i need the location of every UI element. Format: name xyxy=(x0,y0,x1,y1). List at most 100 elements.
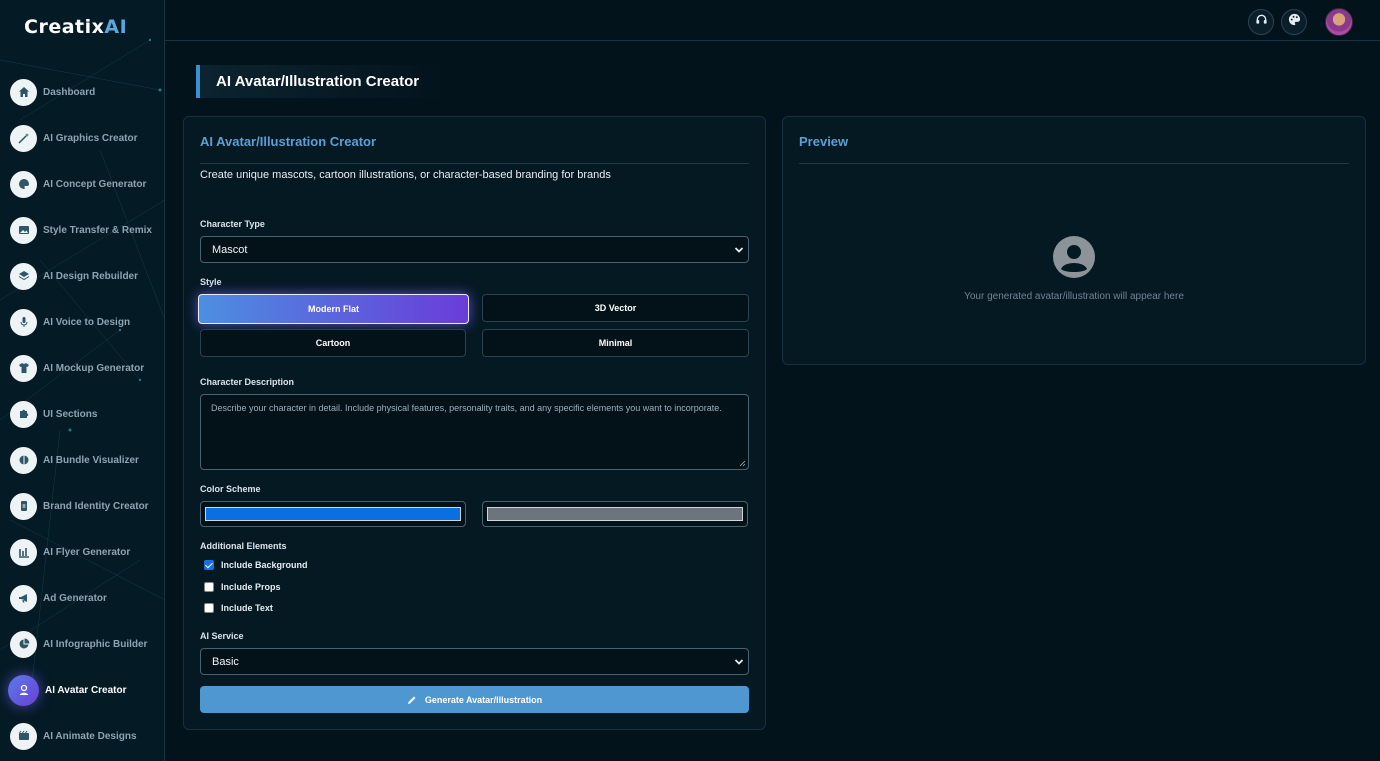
user-circle-icon xyxy=(1053,236,1095,278)
avatar-form-panel: AI Avatar/Illustration Creator Create un… xyxy=(183,116,766,730)
user-badge-icon xyxy=(8,674,39,706)
description-placeholder: Describe your character in detail. Inclu… xyxy=(211,403,722,413)
include-background-option[interactable]: Include Background xyxy=(204,560,308,570)
sidebar-item-label: Style Transfer & Remix xyxy=(43,224,152,236)
sidebar-item-label: UI Sections xyxy=(43,408,98,420)
sidebar-item-label: AI Graphics Creator xyxy=(43,132,138,144)
include-text-checkbox[interactable] xyxy=(204,603,214,613)
sidebar-item-animate-designs[interactable]: AI Animate Designs xyxy=(0,713,164,759)
sidebar-item-infographic-builder[interactable]: AI Infographic Builder xyxy=(0,621,164,667)
sidebar-item-label: AI Avatar Creator xyxy=(45,684,127,696)
film-icon xyxy=(10,722,37,750)
divider xyxy=(799,163,1349,164)
preview-placeholder: Your generated avatar/illustration will … xyxy=(964,291,1184,302)
character-type-select[interactable]: Mascot xyxy=(200,236,749,263)
sidebar-item-ad-generator[interactable]: Ad Generator xyxy=(0,575,164,621)
style-option-minimal[interactable]: Minimal xyxy=(482,329,749,357)
sidebar-item-design-rebuilder[interactable]: AI Design Rebuilder xyxy=(0,253,164,299)
chevron-down-icon xyxy=(734,659,744,665)
sidebar-item-label: AI Voice to Design xyxy=(43,316,131,328)
secondary-color-picker[interactable] xyxy=(482,501,748,527)
palette-icon xyxy=(10,170,37,198)
style-option-modern-flat[interactable]: Modern Flat xyxy=(198,294,469,324)
sidebar-item-graphics-creator[interactable]: AI Graphics Creator xyxy=(0,115,164,161)
generate-avatar-button[interactable]: Generate Avatar/Illustration xyxy=(200,686,749,713)
secondary-color-swatch xyxy=(487,507,743,521)
ai-service-select[interactable]: Basic xyxy=(200,648,749,675)
character-type-label: Character Type xyxy=(200,219,265,229)
character-description-input[interactable]: Describe your character in detail. Inclu… xyxy=(200,394,749,470)
id-card-icon xyxy=(10,492,37,520)
tshirt-icon xyxy=(10,354,37,382)
generate-button-label: Generate Avatar/Illustration xyxy=(424,694,543,705)
brand-logo[interactable]: CreatixAI xyxy=(24,16,127,38)
ai-service-value: Basic xyxy=(212,655,239,668)
sidebar-item-concept-generator[interactable]: AI Concept Generator xyxy=(0,161,164,207)
form-subtitle: Create unique mascots, cartoon illustrat… xyxy=(200,169,611,181)
pencil-icon xyxy=(407,696,416,704)
sidebar-item-style-transfer[interactable]: Style Transfer & Remix xyxy=(0,207,164,253)
include-background-checkbox[interactable] xyxy=(204,560,214,570)
home-icon xyxy=(10,78,37,106)
include-background-label: Include Background xyxy=(221,560,308,570)
sidebar-item-label: AI Animate Designs xyxy=(43,730,137,742)
sidebar-item-dashboard[interactable]: Dashboard xyxy=(0,69,164,115)
sidebar-item-label: AI Bundle Visualizer xyxy=(43,454,139,466)
character-type-value: Mascot xyxy=(212,243,248,256)
resize-handle-icon[interactable] xyxy=(739,460,746,467)
form-title: AI Avatar/Illustration Creator xyxy=(200,134,377,149)
brand-accent: AI xyxy=(104,16,128,38)
sidebar-item-label: AI Mockup Generator xyxy=(43,362,145,374)
theme-button[interactable] xyxy=(1281,9,1307,35)
sidebar-item-label: Brand Identity Creator xyxy=(43,500,149,512)
style-option-cartoon[interactable]: Cartoon xyxy=(200,329,466,357)
include-props-checkbox[interactable] xyxy=(204,582,214,592)
sidebar-nav: Dashboard AI Graphics Creator AI Concept… xyxy=(0,69,164,759)
page-title-text: AI Avatar/Illustration Creator xyxy=(216,73,420,90)
user-avatar[interactable] xyxy=(1325,8,1353,36)
primary-color-picker[interactable] xyxy=(200,501,466,527)
pie-chart-icon xyxy=(10,630,37,658)
include-text-option[interactable]: Include Text xyxy=(204,603,273,613)
support-button[interactable] xyxy=(1248,9,1274,35)
preview-panel: Preview Your generated avatar/illustrati… xyxy=(782,116,1366,365)
additional-elements-label: Additional Elements xyxy=(200,541,287,551)
sidebar-item-label: AI Design Rebuilder xyxy=(43,270,139,282)
sidebar-item-voice-to-design[interactable]: AI Voice to Design xyxy=(0,299,164,345)
sidebar-item-bundle-visualizer[interactable]: AI Bundle Visualizer xyxy=(0,437,164,483)
sidebar-item-label: AI Flyer Generator xyxy=(43,546,131,558)
megaphone-icon xyxy=(10,584,37,612)
sidebar-item-label: AI Concept Generator xyxy=(43,178,147,190)
sidebar-item-ui-sections[interactable]: UI Sections xyxy=(0,391,164,437)
ai-service-label: AI Service xyxy=(200,631,244,641)
palette-icon xyxy=(1288,13,1301,31)
magic-wand-icon xyxy=(10,124,37,152)
top-bar xyxy=(165,0,1380,41)
chevron-down-icon xyxy=(734,247,744,253)
description-label: Character Description xyxy=(200,377,295,387)
headset-icon xyxy=(1255,13,1268,31)
image-icon xyxy=(10,216,37,244)
sidebar-item-label: AI Infographic Builder xyxy=(43,638,148,650)
sidebar-item-label: Dashboard xyxy=(43,86,96,98)
layers-icon xyxy=(10,262,37,290)
primary-color-swatch xyxy=(205,507,461,521)
preview-title: Preview xyxy=(799,134,849,149)
style-option-3d-vector[interactable]: 3D Vector xyxy=(482,294,749,322)
style-label: Style xyxy=(200,277,222,287)
include-text-label: Include Text xyxy=(221,603,273,613)
sidebar-item-mockup-generator[interactable]: AI Mockup Generator xyxy=(0,345,164,391)
sidebar: CreatixAI Dashboard AI Graphics Creator … xyxy=(0,0,165,761)
flyer-icon xyxy=(10,538,37,566)
color-scheme-label: Color Scheme xyxy=(200,484,261,494)
puzzle-icon xyxy=(10,400,37,428)
sidebar-item-avatar-creator[interactable]: AI Avatar Creator xyxy=(0,667,164,713)
brand-name: Creatix xyxy=(24,16,105,38)
sidebar-item-brand-identity[interactable]: Brand Identity Creator xyxy=(0,483,164,529)
microphone-icon xyxy=(10,308,37,336)
include-props-label: Include Props xyxy=(221,582,281,592)
page-title: AI Avatar/Illustration Creator xyxy=(196,65,446,98)
sidebar-item-flyer-generator[interactable]: AI Flyer Generator xyxy=(0,529,164,575)
divider xyxy=(200,163,749,164)
include-props-option[interactable]: Include Props xyxy=(204,582,281,592)
